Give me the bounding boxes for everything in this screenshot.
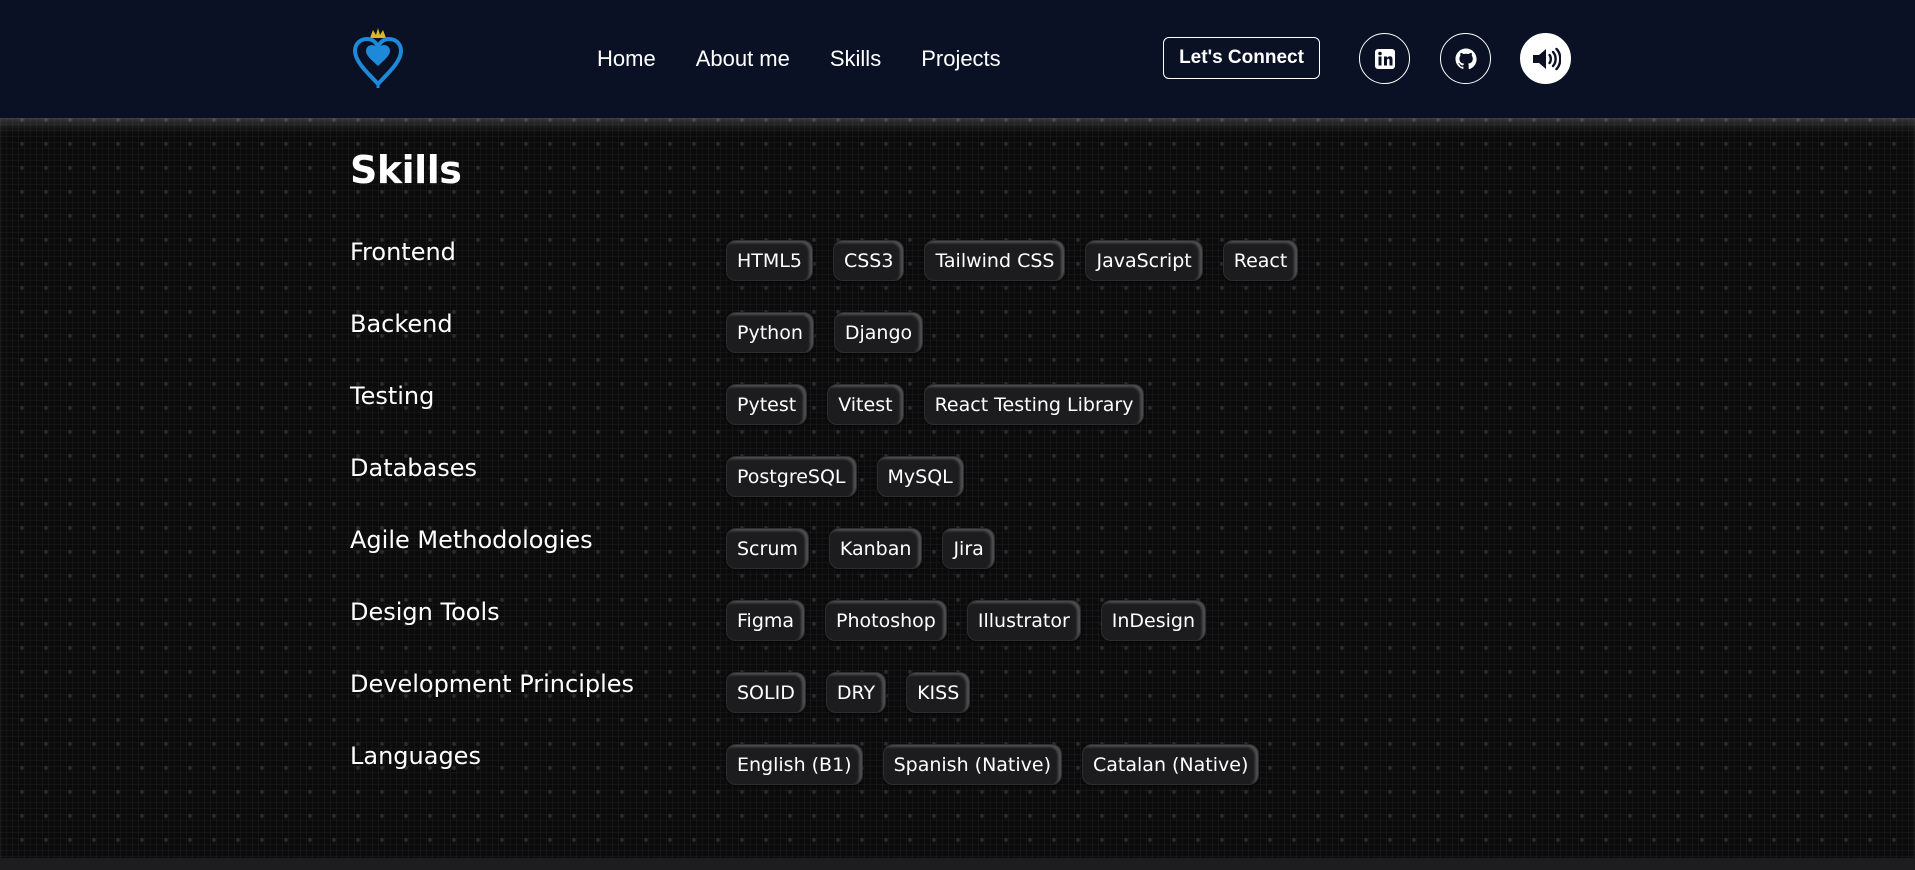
- skill-chip-list: Python Django: [726, 312, 924, 353]
- skill-chip-list: English (B1) Spanish (Native) Catalan (N…: [726, 744, 1260, 785]
- skill-chip: Photoshop: [825, 600, 947, 641]
- navbar: Home About me Skills Projects Let's Conn…: [0, 0, 1915, 118]
- skill-chip: React Testing Library: [923, 384, 1145, 425]
- skill-chip: Django: [833, 312, 924, 353]
- skill-row-databases: Databases PostgreSQL MySQL: [350, 452, 1750, 502]
- skill-row-testing: Testing Pytest Vitest React Testing Libr…: [350, 380, 1750, 430]
- skill-chip: Vitest: [827, 384, 904, 425]
- nav-link-projects[interactable]: Projects: [921, 44, 1000, 74]
- skill-chip: CSS3: [832, 240, 905, 281]
- sound-toggle-button[interactable]: [1520, 33, 1571, 84]
- kingdom-hearts-logo-icon[interactable]: [349, 26, 407, 90]
- skill-chip-list: SOLID DRY KISS: [726, 672, 971, 713]
- skill-category-label: Languages: [350, 742, 481, 770]
- skill-chip: SOLID: [726, 672, 806, 713]
- skill-category-label: Databases: [350, 454, 478, 482]
- skill-chip: English (B1): [726, 744, 863, 785]
- skill-chip: Catalan (Native): [1082, 744, 1260, 785]
- skill-category-label: Design Tools: [350, 598, 500, 626]
- nav-link-skills[interactable]: Skills: [830, 44, 881, 74]
- skill-chip: JavaScript: [1085, 240, 1203, 281]
- skill-row-languages: Languages English (B1) Spanish (Native) …: [350, 740, 1750, 790]
- skill-row-frontend: Frontend HTML5 CSS3 Tailwind CSS JavaScr…: [350, 236, 1750, 286]
- linkedin-button[interactable]: [1359, 33, 1410, 84]
- main-nav: Home About me Skills Projects: [597, 44, 1001, 74]
- github-button[interactable]: [1440, 33, 1491, 84]
- skill-chip: MySQL: [876, 456, 964, 497]
- skill-chip: PostgreSQL: [726, 456, 857, 497]
- skill-chip: Figma: [726, 600, 806, 641]
- skill-chip: Python: [726, 312, 814, 353]
- skill-chip: InDesign: [1100, 600, 1207, 641]
- lets-connect-button[interactable]: Let's Connect: [1163, 37, 1320, 79]
- skill-row-design-tools: Design Tools Figma Photoshop Illustrator…: [350, 596, 1750, 646]
- skill-chip-list: HTML5 CSS3 Tailwind CSS JavaScript React: [726, 240, 1299, 281]
- skill-category-label: Backend: [350, 310, 453, 338]
- nav-link-home[interactable]: Home: [597, 44, 656, 74]
- skill-chip: Scrum: [726, 528, 809, 569]
- skill-category-label: Development Principles: [350, 670, 635, 698]
- skill-chip-list: Pytest Vitest React Testing Library: [726, 384, 1145, 425]
- skill-chip: Pytest: [726, 384, 808, 425]
- github-icon: [1454, 47, 1478, 71]
- skill-chip: Jira: [942, 528, 995, 569]
- skill-chip: Kanban: [828, 528, 923, 569]
- skills-title: Skills: [350, 148, 462, 192]
- skill-category-label: Frontend: [350, 238, 456, 266]
- skill-chip-list: PostgreSQL MySQL: [726, 456, 964, 497]
- nav-link-about-me[interactable]: About me: [696, 44, 790, 74]
- skill-chip-list: Scrum Kanban Jira: [726, 528, 995, 569]
- skill-chip: HTML5: [726, 240, 813, 281]
- skill-chip: KISS: [906, 672, 971, 713]
- skill-chip: React: [1222, 240, 1299, 281]
- skill-category-label: Testing: [350, 382, 435, 410]
- skill-category-label: Agile Methodologies: [350, 526, 593, 554]
- linkedin-icon: [1374, 48, 1396, 70]
- speaker-icon: [1531, 46, 1561, 72]
- skill-chip: Spanish (Native): [882, 744, 1063, 785]
- skill-chip: DRY: [825, 672, 887, 713]
- skill-chip-list: Figma Photoshop Illustrator InDesign: [726, 600, 1207, 641]
- skill-row-backend: Backend Python Django: [350, 308, 1750, 358]
- skill-row-agile-methodologies: Agile Methodologies Scrum Kanban Jira: [350, 524, 1750, 574]
- skill-chip: Illustrator: [966, 600, 1081, 641]
- section-bottom-divider: [0, 858, 1915, 870]
- skill-row-development-principles: Development Principles SOLID DRY KISS: [350, 668, 1750, 718]
- skill-chip: Tailwind CSS: [924, 240, 1066, 281]
